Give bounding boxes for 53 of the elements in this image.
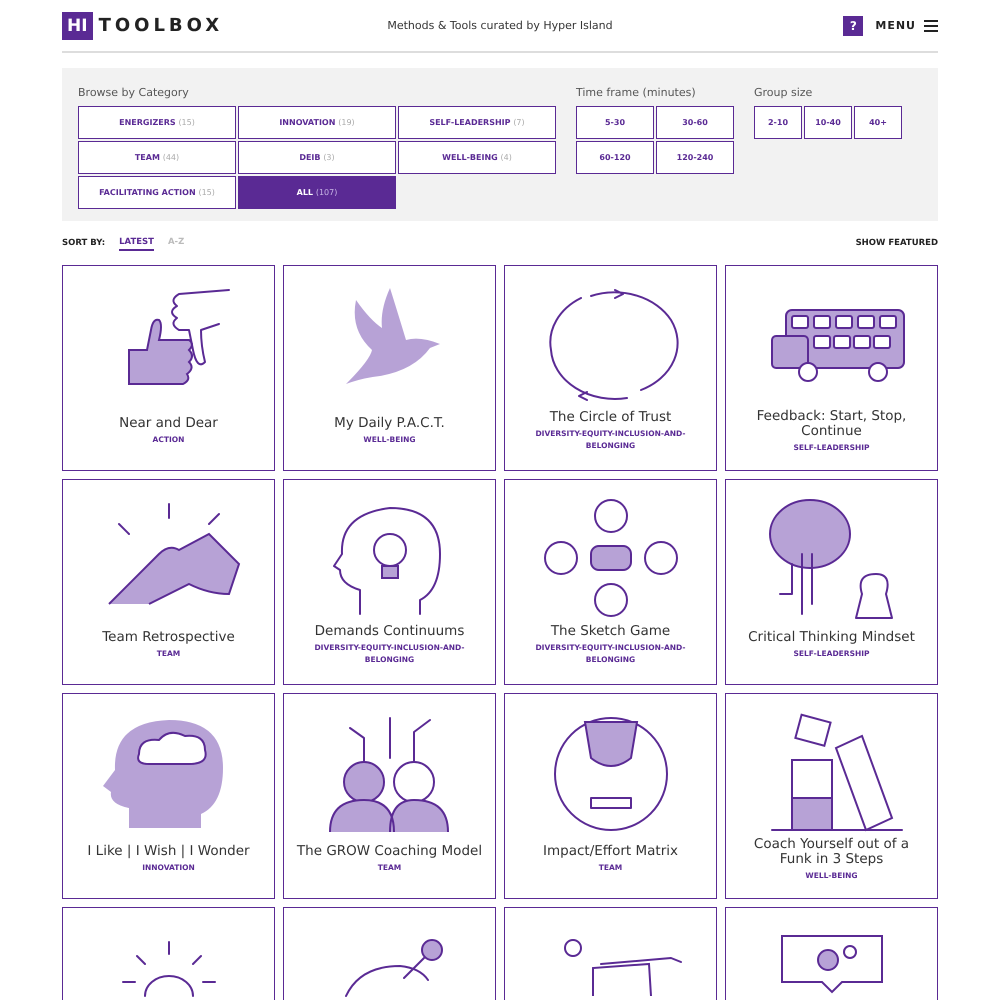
filter-option[interactable]: ENERGIZERS (15) (78, 106, 236, 139)
filter-option[interactable]: TEAM (44) (78, 141, 236, 174)
sketch-faces-icon (544, 499, 678, 617)
card-title: Team Retrospective (102, 630, 235, 645)
sort-label: SORT BY: (62, 238, 106, 248)
filter-option[interactable]: INNOVATION (19) (238, 106, 396, 139)
tree-keyhole-icon (768, 499, 892, 619)
help-button[interactable]: ? (843, 16, 864, 36)
card-title: The Circle of Trust (550, 410, 672, 425)
card-title: Demands Continuums (314, 624, 464, 639)
menu-icon (924, 20, 938, 32)
card-title: Critical Thinking Mindset (748, 630, 915, 645)
head-lightbulb-icon (332, 507, 440, 615)
filter-label: Group size (754, 86, 812, 99)
filter-label: Browse by Category (78, 86, 189, 99)
dove-icon (346, 288, 440, 384)
building-blocks-icon (770, 714, 902, 832)
tagline: Methods & Tools curated by Hyper Island (386, 19, 614, 32)
handshake-icon (108, 503, 240, 605)
show-featured-link[interactable]: SHOW FEATURED (856, 238, 938, 248)
filter-option[interactable]: WELL-BEING (4) (398, 141, 556, 174)
menu-button[interactable]: MENU (875, 19, 938, 32)
speech-gears-icon (780, 935, 882, 994)
filter-option[interactable]: FACILITATING ACTION (15) (78, 176, 236, 209)
filter-option[interactable]: ALL (107) (238, 176, 396, 209)
circle-arrows-icon (548, 289, 678, 401)
card-title: The Sketch Game (550, 624, 670, 639)
card-title: My Daily P.A.C.T. (334, 416, 445, 431)
filter-option[interactable]: 60-120 (576, 141, 654, 174)
filter-option[interactable]: 120-240 (656, 141, 734, 174)
card-title: Coach Yourself out of a Funk in 3 Steps (752, 836, 910, 866)
logo-text[interactable]: TOOLBOX (98, 15, 224, 36)
filter-option[interactable]: SELF-LEADERSHIP (7) (398, 106, 556, 139)
card-title: I Like | I Wish | I Wonder (87, 844, 250, 859)
sun-icon (122, 941, 216, 997)
logo-mark[interactable]: HI (62, 12, 93, 40)
card-title: Impact/Effort Matrix (543, 844, 678, 859)
filter-option[interactable]: 10-40 (804, 106, 852, 139)
bus-icon (770, 309, 904, 382)
card-title: Near and Dear (119, 416, 218, 431)
people-network-icon (328, 717, 448, 833)
filter-option[interactable]: 30-60 (656, 106, 734, 139)
filter-option[interactable]: 40+ (854, 106, 902, 139)
thumbs-icon (128, 289, 230, 385)
filter-label: Time frame (minutes) (576, 86, 696, 99)
card-title: Feedback: Start, Stop, Continue (756, 408, 908, 438)
filter-option[interactable]: DEIB (3) (238, 141, 396, 174)
filter-option[interactable]: 5-30 (576, 106, 654, 139)
sort-option[interactable]: LATEST (119, 235, 154, 251)
filter-option[interactable]: 2-10 (754, 106, 802, 139)
head-windup-key-icon (344, 939, 442, 997)
trophy-icon (554, 717, 668, 831)
card-title: The GROW Coaching Model (296, 844, 482, 859)
